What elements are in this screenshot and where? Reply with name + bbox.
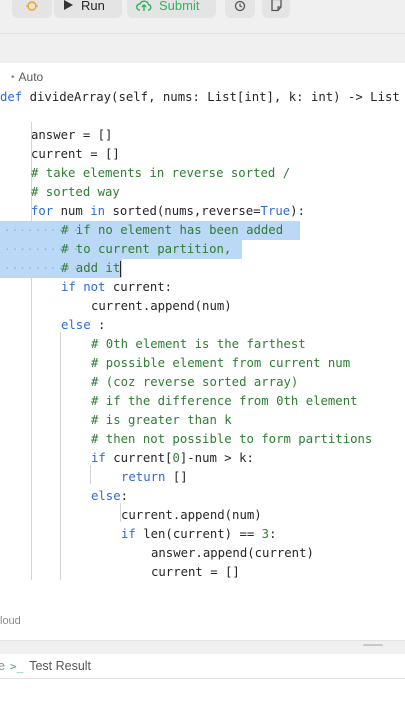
code-line: answer = [] bbox=[31, 128, 113, 142]
code-line: current = [] bbox=[31, 147, 120, 161]
code-line: # possible element from current num bbox=[91, 356, 351, 370]
timer-button[interactable] bbox=[225, 0, 255, 18]
result-panel bbox=[0, 679, 405, 720]
submit-label: Submit bbox=[159, 0, 200, 13]
code-line: if not current: bbox=[61, 280, 173, 294]
code-line: if len(current) == 3: bbox=[121, 527, 277, 541]
code-line: return [] bbox=[121, 470, 188, 484]
submit-button[interactable]: Submit bbox=[127, 0, 216, 18]
run-label: Run bbox=[81, 0, 105, 13]
code-line: def divideArray(self, nums: List[int], k… bbox=[0, 90, 400, 104]
code-line: # to current partition, bbox=[61, 242, 232, 256]
text-caret bbox=[120, 261, 121, 277]
code-line: if current[0]-num > k: bbox=[91, 451, 254, 465]
code-line: current.append(num) bbox=[121, 508, 262, 522]
editor-toolbar: Run Submit bbox=[0, 0, 405, 34]
editor-mode-bar: • Auto bbox=[0, 67, 43, 87]
code-line: current = [] bbox=[151, 565, 240, 579]
code-line: else : bbox=[61, 318, 106, 332]
code-line: # 0th element is the farthest bbox=[91, 337, 306, 351]
panel-gap bbox=[0, 34, 405, 63]
cloud-save-status: loud bbox=[0, 615, 21, 627]
code-line: # if the difference from 0th element bbox=[91, 394, 358, 408]
code-line: # (coz reverse sorted array) bbox=[91, 375, 299, 389]
code-line: # add it bbox=[61, 261, 121, 275]
indent-guide bbox=[60, 332, 61, 580]
test-result-tab[interactable]: e >_ Test Result bbox=[0, 654, 405, 679]
cloud-upload-icon bbox=[136, 0, 152, 12]
code-line: else: bbox=[91, 489, 129, 503]
code-line: answer.append(current) bbox=[151, 546, 314, 560]
code-line: # sorted way bbox=[31, 185, 120, 199]
resize-grip-icon bbox=[363, 644, 383, 646]
code-line: # then not possible to form partitions bbox=[91, 432, 373, 446]
mode-dot-icon: • bbox=[11, 71, 15, 83]
mode-label[interactable]: Auto bbox=[19, 70, 44, 84]
alarm-clock-icon bbox=[233, 0, 247, 12]
terminal-icon: >_ bbox=[9, 659, 24, 673]
debug-button[interactable] bbox=[12, 0, 52, 18]
test-result-label: Test Result bbox=[29, 659, 92, 673]
code-line: for num in sorted(nums,reverse=True): bbox=[31, 204, 305, 218]
play-icon bbox=[62, 0, 74, 11]
code-line: # is greater than k bbox=[91, 413, 232, 427]
code-line: # take elements in reverse sorted / bbox=[31, 166, 291, 180]
bug-icon bbox=[25, 0, 39, 12]
note-icon bbox=[270, 0, 283, 12]
code-line: current.append(num) bbox=[91, 299, 232, 313]
tab-edge: e bbox=[0, 659, 5, 673]
panel-resize-handle[interactable] bbox=[0, 640, 405, 655]
run-button[interactable]: Run bbox=[54, 0, 122, 18]
notes-button[interactable] bbox=[262, 0, 290, 18]
code-line: # if no element has been added bbox=[61, 223, 284, 237]
